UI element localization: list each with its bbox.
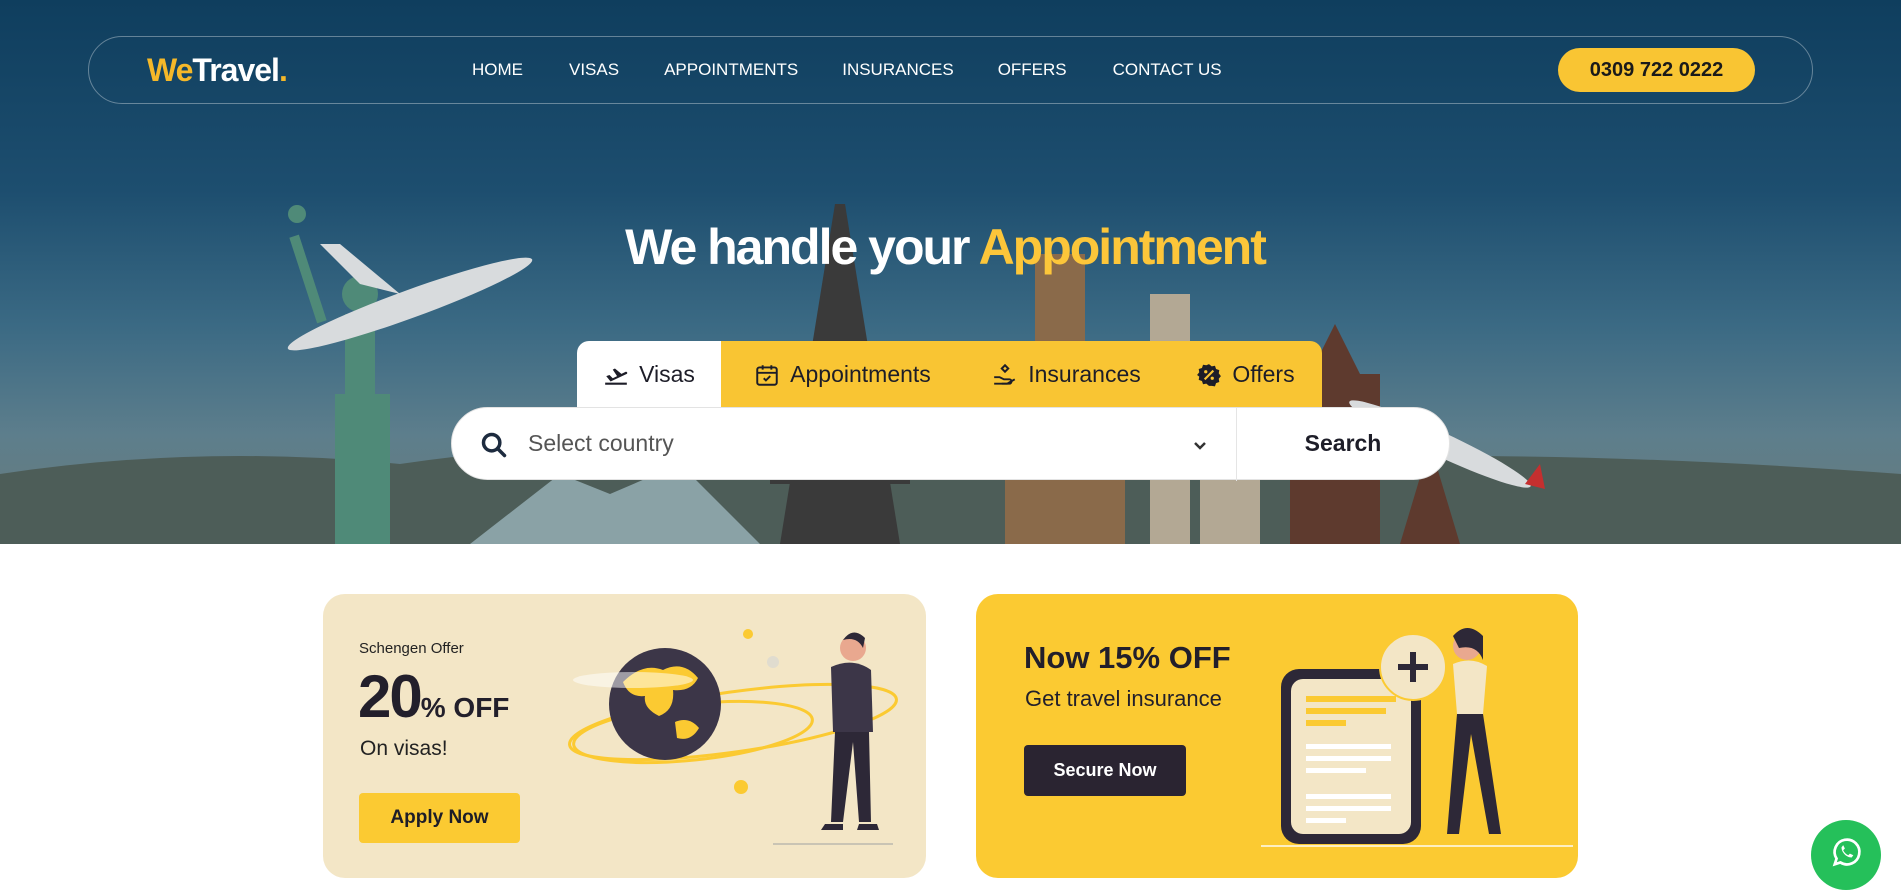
insurance-offer-card: Now 15% OFF Get travel insurance Secure … — [976, 594, 1578, 878]
tab-insurances[interactable]: Insurances — [964, 341, 1169, 408]
tab-label: Insurances — [1028, 361, 1141, 387]
nav-home[interactable]: HOME — [472, 60, 523, 80]
whatsapp-button[interactable] — [1811, 820, 1881, 890]
offer-discount: 20% OFF — [358, 663, 510, 730]
globe-traveler-illustration — [568, 629, 898, 845]
search-button[interactable]: Search — [1237, 408, 1449, 479]
apply-now-button[interactable]: Apply Now — [359, 793, 520, 843]
search-bar: Select country Search — [451, 407, 1450, 481]
hero-banner: WeTravel. HOME VISAS APPOINTMENTS INSURA… — [0, 0, 1901, 544]
offer-title: Now 15% OFF — [1024, 640, 1231, 675]
nav-appointments[interactable]: APPOINTMENTS — [664, 60, 798, 80]
nav-offers[interactable]: OFFERS — [998, 60, 1067, 80]
secure-now-button[interactable]: Secure Now — [1024, 745, 1186, 796]
service-tabs: Visas Appointments Insurances Offers — [577, 341, 1322, 408]
insurance-document-illustration — [1261, 628, 1573, 847]
offer-subtitle: On visas! — [360, 737, 448, 760]
country-select[interactable]: Select country — [528, 430, 674, 457]
wetravel-logo[interactable]: WeTravel. — [147, 52, 288, 89]
offer-eyebrow: Schengen Offer — [359, 640, 464, 657]
nav-contact-us[interactable]: CONTACT US — [1113, 60, 1222, 80]
badge-percent-icon — [1196, 362, 1222, 388]
hero-headline: We handle your Appointment — [625, 219, 1267, 275]
tab-visas[interactable]: Visas — [577, 341, 721, 408]
nav-links: HOME VISAS APPOINTMENTS INSURANCES OFFER… — [472, 60, 1222, 80]
chevron-down-icon[interactable] — [1190, 435, 1210, 455]
tab-label: Offers — [1232, 361, 1295, 387]
offer-subtitle: Get travel insurance — [1025, 686, 1222, 711]
nav-insurances[interactable]: INSURANCES — [842, 60, 953, 80]
search-icon — [480, 431, 508, 459]
top-navbar: WeTravel. HOME VISAS APPOINTMENTS INSURA… — [88, 36, 1813, 104]
calendar-check-icon — [754, 362, 780, 388]
schengen-offer-card: Schengen Offer 20% OFF On visas! Apply N… — [323, 594, 926, 878]
hand-holding-icon — [992, 362, 1018, 388]
nav-visas[interactable]: VISAS — [569, 60, 619, 80]
tab-offers[interactable]: Offers — [1169, 341, 1322, 408]
plane-departure-icon — [603, 362, 629, 388]
tab-label: Visas — [639, 361, 695, 387]
whatsapp-icon — [1828, 835, 1864, 875]
tab-label: Appointments — [790, 361, 931, 387]
phone-button[interactable]: 0309 722 0222 — [1558, 48, 1755, 92]
tab-appointments[interactable]: Appointments — [721, 341, 964, 408]
